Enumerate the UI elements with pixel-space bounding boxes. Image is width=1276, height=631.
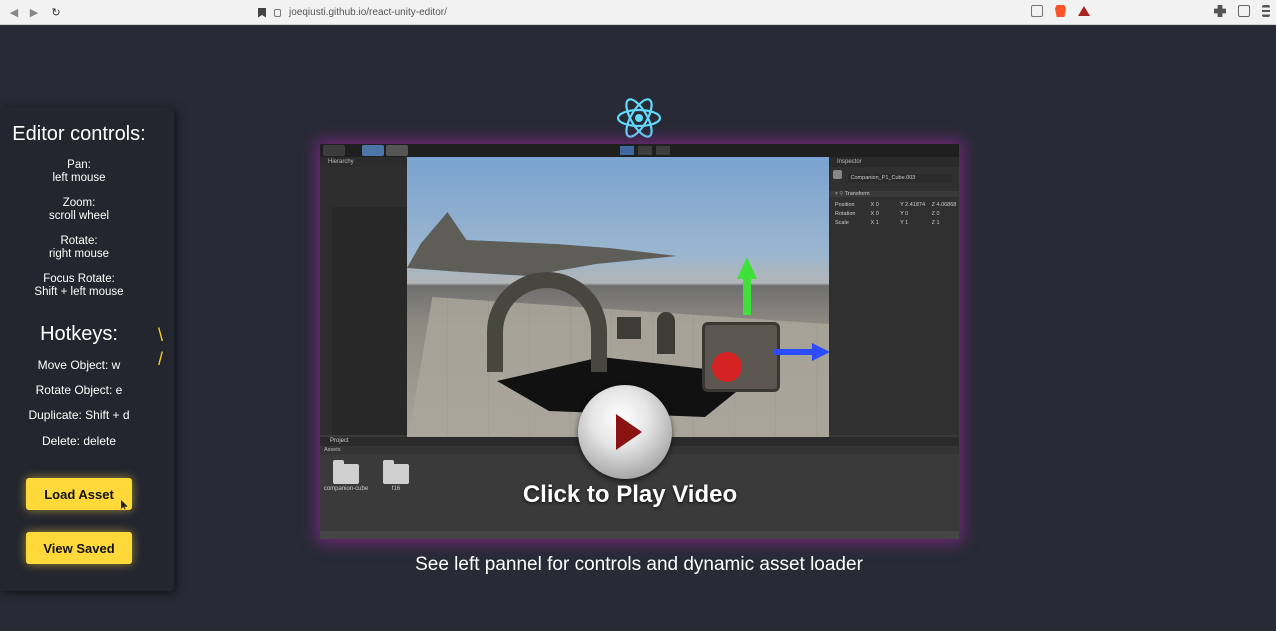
rotate-tool-icon[interactable] xyxy=(386,145,408,156)
hotkey-move: Move Object: w xyxy=(37,358,121,372)
forward-icon[interactable]: ▶ xyxy=(24,2,44,22)
unity-pause-icon[interactable] xyxy=(638,146,652,155)
control-zoom: Zoom: scroll wheel xyxy=(48,197,110,222)
editor-controls-panel: Editor controls: Pan: left mouse Zoom: scr… xyxy=(0,107,174,591)
scene-block xyxy=(617,317,641,339)
unity-step-icon[interactable] xyxy=(656,146,670,155)
hierarchy-panel xyxy=(320,167,407,435)
rotation-row[interactable]: Rotation X 0 Y 0 Z 0 xyxy=(829,211,959,217)
lock-icon xyxy=(274,8,281,17)
scene-arch xyxy=(487,272,607,372)
url-text[interactable]: joeqiusti.github.io/react-unity-editor/ xyxy=(289,7,447,18)
gizmo-x-handle[interactable] xyxy=(712,352,742,382)
gizmo-z-arrow-icon[interactable] xyxy=(774,343,829,361)
folder-label-f16: f16 xyxy=(391,486,401,492)
collapse-handle-icon[interactable]: \ xyxy=(158,325,163,346)
hotkey-rotate: Rotate Object: e xyxy=(35,383,123,397)
hierarchy-tab[interactable]: Hierarchy xyxy=(320,157,407,167)
panel-title: Editor controls: xyxy=(12,123,146,145)
hotkey-duplicate: Duplicate: Shift + d xyxy=(28,408,130,422)
brave-shield-icon[interactable] xyxy=(1055,5,1066,17)
control-rotate: Rotate: right mouse xyxy=(48,235,110,260)
back-icon[interactable]: ◀ xyxy=(4,2,24,22)
transform-header[interactable]: ▾ ⚲ Transform xyxy=(829,191,959,197)
play-icon xyxy=(616,414,642,450)
inspector-tab[interactable]: Inspector xyxy=(829,157,959,167)
menu-icon[interactable] xyxy=(1262,5,1270,17)
scene-companion-cube[interactable] xyxy=(702,322,780,392)
inspector-panel: Inspector Companion_P1_Cube.003 ▾ ⚲ Tran… xyxy=(829,157,959,435)
scene-cylinder xyxy=(657,312,675,354)
brave-rewards-icon[interactable] xyxy=(1078,6,1090,16)
move-tool-icon[interactable] xyxy=(362,145,384,156)
react-logo-icon xyxy=(616,98,662,138)
video-thumbnail[interactable]: Hierarchy Inspector Companion_P1_Cube.00… xyxy=(320,144,959,539)
view-saved-button[interactable]: View Saved xyxy=(26,532,132,564)
status-strip xyxy=(320,531,959,539)
folder-icon-f16[interactable] xyxy=(383,460,409,484)
control-focus-rotate: Focus Rotate: Shift + left mouse xyxy=(34,273,124,298)
folder-icon-companion-cube[interactable] xyxy=(333,460,359,484)
position-row[interactable]: Position X 0 Y 2.41874 Z 4.06868 xyxy=(829,202,959,208)
scale-row[interactable]: Scale X 1 Y 1 Z 1 xyxy=(829,220,959,226)
gizmo-y-arrow-icon[interactable] xyxy=(737,257,757,315)
play-video-button[interactable] xyxy=(578,385,672,479)
cube-icon xyxy=(833,170,842,179)
hotkeys-title: Hotkeys: xyxy=(40,323,118,345)
unity-toolbar xyxy=(320,144,959,157)
reload-icon[interactable]: ↻ xyxy=(46,2,66,22)
bookmark-icon[interactable] xyxy=(258,7,266,18)
hotkey-delete: Delete: delete xyxy=(41,434,117,448)
translate-icon[interactable] xyxy=(1031,5,1043,17)
address-bar[interactable]: joeqiusti.github.io/react-unity-editor/ xyxy=(258,4,447,21)
object-name-field[interactable]: Companion_P1_Cube.003 xyxy=(847,174,952,182)
collapse-handle-icon-lower[interactable]: / xyxy=(158,349,163,370)
wallet-icon[interactable] xyxy=(1238,5,1250,17)
browser-toolbar: ◀ ▶ ↻ joeqiusti.github.io/react-unity-ed… xyxy=(0,0,1276,25)
page-caption: See left pannel for controls and dynamic… xyxy=(415,554,863,575)
folder-label-companion-cube: companion-cube xyxy=(323,486,369,492)
play-video-label[interactable]: Click to Play Video xyxy=(470,481,790,509)
extensions-icon[interactable] xyxy=(1214,5,1226,17)
load-asset-button[interactable]: Load Asset xyxy=(26,478,132,510)
inspector-object-row: Companion_P1_Cube.003 xyxy=(829,170,959,182)
hand-tool-icon[interactable] xyxy=(323,145,345,156)
control-pan: Pan: left mouse xyxy=(52,159,106,184)
unity-play-icon[interactable] xyxy=(620,146,634,155)
